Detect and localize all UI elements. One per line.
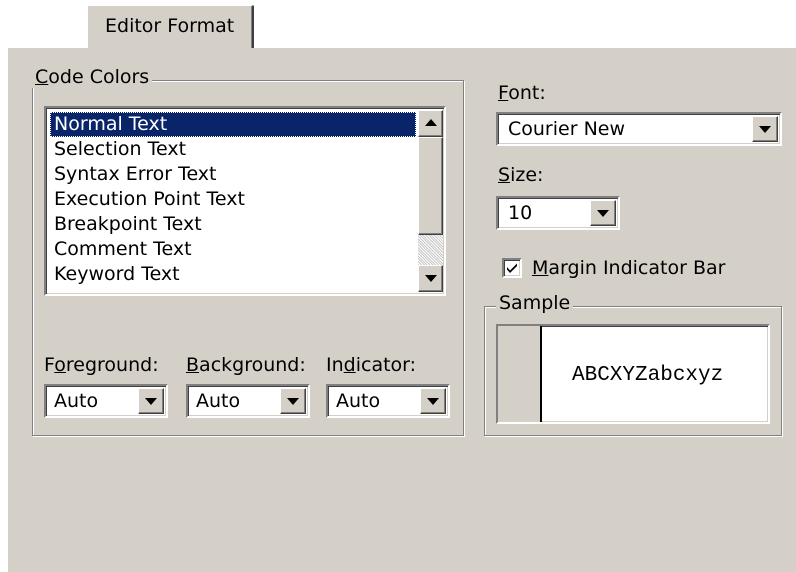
checkmark-icon [507,263,517,273]
list-item[interactable]: Keyword Text [50,262,416,287]
foreground-dropdown-button[interactable] [138,388,164,414]
size-dropdown-button[interactable] [590,200,616,226]
tab-editor-format[interactable]: Editor Format [86,4,254,48]
scroll-track[interactable] [418,235,443,265]
sample-margin-bar [498,326,542,422]
list-scrollbar[interactable] [418,110,443,292]
foreground-label: Foreground: [44,354,159,376]
code-colors-listbox[interactable]: Normal Text Selection Text Syntax Error Te… [44,106,446,296]
scroll-up-button[interactable] [418,110,443,137]
background-value: Auto [196,390,241,412]
background-dropdown[interactable]: Auto [186,384,310,418]
chevron-down-icon [759,126,771,133]
scroll-down-button[interactable] [418,265,443,292]
list-item[interactable]: Selection Text [50,137,416,162]
sample-legend: Sample [496,292,574,314]
font-label: Font: [498,82,546,104]
code-colors-legend: Code Colors [32,66,153,88]
chevron-down-icon [597,210,609,217]
list-item[interactable]: Normal Text [50,112,416,137]
chevron-down-icon [145,398,157,405]
code-colors-list: Normal Text Selection Text Syntax Error Te… [50,112,416,287]
sample-preview: ABCXYZabcxyz [496,324,770,424]
background-label: Background: [186,354,306,376]
size-dropdown[interactable]: 10 [496,196,620,230]
sample-text: ABCXYZabcxyz [572,364,724,387]
font-value: Courier New [508,118,626,140]
chevron-down-icon [427,398,439,405]
list-item[interactable]: Execution Point Text [50,187,416,212]
list-item[interactable]: Syntax Error Text [50,162,416,187]
arrow-down-icon [425,275,437,282]
chevron-down-icon [287,398,299,405]
foreground-dropdown[interactable]: Auto [44,384,168,418]
margin-indicator-label[interactable]: Margin Indicator Bar [532,257,725,279]
font-dropdown[interactable]: Courier New [496,112,782,146]
arrow-up-icon [425,119,437,126]
indicator-value: Auto [336,390,381,412]
font-dropdown-button[interactable] [752,116,778,142]
indicator-dropdown[interactable]: Auto [326,384,450,418]
size-value: 10 [508,202,533,224]
margin-indicator-checkbox[interactable] [502,258,522,278]
tab-label: Editor Format [105,15,235,37]
indicator-label: Indicator: [326,354,417,376]
foreground-value: Auto [54,390,99,412]
indicator-dropdown-button[interactable] [420,388,446,414]
background-dropdown-button[interactable] [280,388,306,414]
list-item[interactable]: Comment Text [50,237,416,262]
scroll-thumb[interactable] [418,137,443,235]
size-label: Size: [498,164,544,186]
list-item[interactable]: Breakpoint Text [50,212,416,237]
